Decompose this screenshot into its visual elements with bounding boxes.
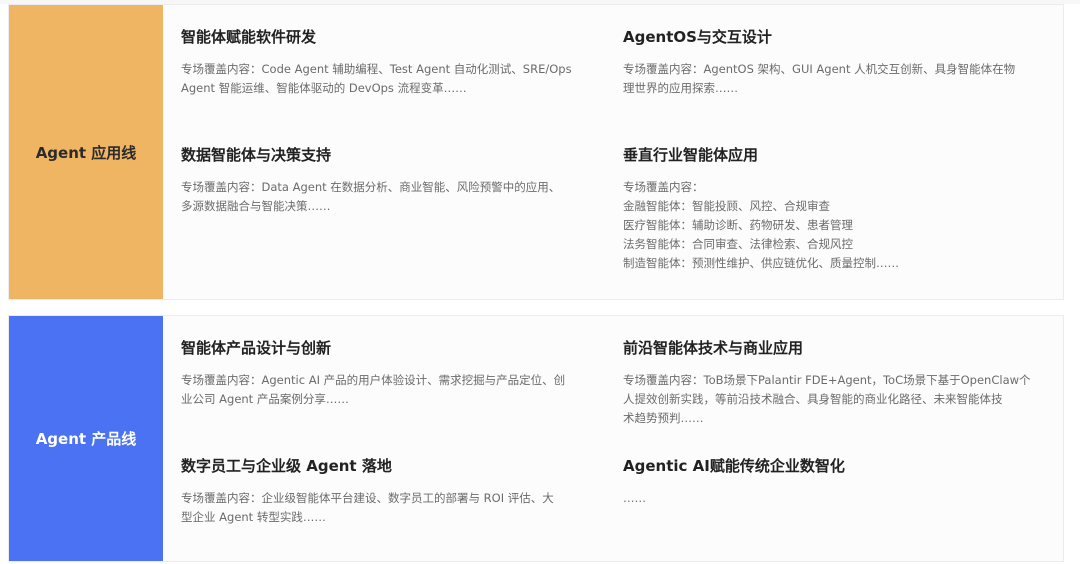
desc-line: 理世界的应用探索…… xyxy=(623,81,738,95)
desc-line: 型企业 Agent 转型实践…… xyxy=(181,510,326,524)
section-label: Agent 应用线 xyxy=(9,5,163,299)
topic-description: 专场覆盖内容：企业级智能体平台建设、数字员工的部署与 ROI 评估、大 型企业 … xyxy=(181,489,601,527)
topic-frontier-tech[interactable]: 前沿智能体技术与商业应用 专场覆盖内容：ToB场景下Palantir FDE+A… xyxy=(623,338,1043,428)
topic-title: Agentic AI赋能传统企业数智化 xyxy=(623,457,845,475)
topic-data-agent[interactable]: 数据智能体与决策支持 专场覆盖内容：Data Agent 在数据分析、商业智能、… xyxy=(181,145,601,216)
topic-description: 专场覆盖内容：Code Agent 辅助编程、Test Agent 自动化测试、… xyxy=(181,60,601,98)
topic-title: 智能体产品设计与创新 xyxy=(181,339,332,357)
topic-title: 智能体赋能软件研发 xyxy=(181,28,317,46)
desc-line: …… xyxy=(623,491,646,505)
desc-line: 专场覆盖内容： xyxy=(623,180,704,194)
topic-title: 前沿智能体技术与商业应用 xyxy=(623,339,804,357)
desc-line: Agent 智能运维、智能体驱动的 DevOps 流程变革…… xyxy=(181,81,467,95)
topic-agentos-interaction[interactable]: AgentOS与交互设计 专场覆盖内容：AgentOS 架构、GUI Agent… xyxy=(623,27,1043,98)
topic-description: 专场覆盖内容：Data Agent 在数据分析、商业智能、风险预警中的应用、 多… xyxy=(181,178,601,216)
topic-description: 专场覆盖内容： 金融智能体：智能投顾、风控、合规审查 医疗智能体：辅助诊断、药物… xyxy=(623,178,1043,273)
desc-line: 专场覆盖内容：AgentOS 架构、GUI Agent 人机交互创新、具身智能体… xyxy=(623,62,1016,76)
desc-line: 术趋势预判…… xyxy=(623,411,704,425)
desc-line: 制造智能体：预测性维护、供应链优化、质量控制…… xyxy=(623,256,899,270)
desc-line: 业公司 Agent 产品案例分享…… xyxy=(181,392,349,406)
desc-line: 专场覆盖内容：ToB场景下Palantir FDE+Agent，ToC场景下基于… xyxy=(623,373,1031,387)
desc-line: 专场覆盖内容：Code Agent 辅助编程、Test Agent 自动化测试、… xyxy=(181,62,572,76)
desc-line: 专场覆盖内容：企业级智能体平台建设、数字员工的部署与 ROI 评估、大 xyxy=(181,491,554,505)
desc-line: 专场覆盖内容：Data Agent 在数据分析、商业智能、风险预警中的应用、 xyxy=(181,180,561,194)
desc-line: 金融智能体：智能投顾、风控、合规审查 xyxy=(623,199,830,213)
topic-product-design[interactable]: 智能体产品设计与创新 专场覆盖内容：Agentic AI 产品的用户体验设计、需… xyxy=(181,338,601,409)
topic-agentic-ai-enterprise[interactable]: Agentic AI赋能传统企业数智化 …… xyxy=(623,456,1043,508)
topic-title: AgentOS与交互设计 xyxy=(623,28,772,46)
topic-description: 专场覆盖内容：AgentOS 架构、GUI Agent 人机交互创新、具身智能体… xyxy=(623,60,1043,98)
topic-description: 专场覆盖内容：ToB场景下Palantir FDE+Agent，ToC场景下基于… xyxy=(623,371,1043,428)
desc-line: 人提效创新实践，等前沿技术融合、具身智能的商业化路径、未来智能体技 xyxy=(623,392,1003,406)
topic-software-dev[interactable]: 智能体赋能软件研发 专场覆盖内容：Code Agent 辅助编程、Test Ag… xyxy=(181,27,601,98)
section-agent-applications: Agent 应用线 智能体赋能软件研发 专场覆盖内容：Code Agent 辅助… xyxy=(8,4,1064,300)
topic-title: 垂直行业智能体应用 xyxy=(623,146,759,164)
desc-line: 多源数据融合与智能决策…… xyxy=(181,199,331,213)
topic-digital-employee[interactable]: 数字员工与企业级 Agent 落地 专场覆盖内容：企业级智能体平台建设、数字员工… xyxy=(181,456,601,527)
topic-title: 数字员工与企业级 Agent 落地 xyxy=(181,457,392,475)
section-label: Agent 产品线 xyxy=(9,316,163,561)
topic-vertical-industry[interactable]: 垂直行业智能体应用 专场覆盖内容： 金融智能体：智能投顾、风控、合规审查 医疗智… xyxy=(623,145,1043,273)
topic-description: …… xyxy=(623,489,1043,508)
topic-description: 专场覆盖内容：Agentic AI 产品的用户体验设计、需求挖掘与产品定位、创 … xyxy=(181,371,601,409)
desc-line: 法务智能体：合同审查、法律检索、合规风控 xyxy=(623,237,853,251)
desc-line: 医疗智能体：辅助诊断、药物研发、患者管理 xyxy=(623,218,853,232)
section-agent-products: Agent 产品线 智能体产品设计与创新 专场覆盖内容：Agentic AI 产… xyxy=(8,315,1064,562)
topic-title: 数据智能体与决策支持 xyxy=(181,146,332,164)
page: Agent 应用线 智能体赋能软件研发 专场覆盖内容：Code Agent 辅助… xyxy=(0,0,1080,564)
desc-line: 专场覆盖内容：Agentic AI 产品的用户体验设计、需求挖掘与产品定位、创 xyxy=(181,373,566,387)
